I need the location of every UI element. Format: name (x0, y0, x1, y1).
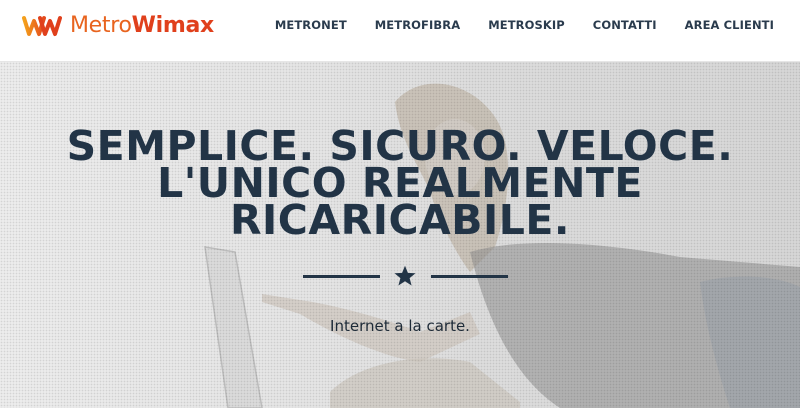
brand-name-part2: Wimax (131, 13, 215, 38)
nav-metronet[interactable]: METRONET (275, 18, 347, 32)
divider-line-left (303, 275, 380, 278)
site-header: MetroWimax METRONET METROFIBRA METROSKIP… (0, 0, 800, 62)
hero-section: SEMPLICE. SICURO. VELOCE. L'UNICO REALME… (0, 62, 800, 408)
nav-metroskip[interactable]: METROSKIP (488, 18, 565, 32)
mw-logo-icon (22, 16, 62, 36)
main-nav: METRONET METROFIBRA METROSKIP CONTATTI A… (275, 16, 774, 34)
hero-tagline: Internet a la carte. (330, 317, 470, 335)
brand-name: MetroWimax (70, 15, 214, 37)
headline-line-3: RICARICABILE. (229, 196, 570, 244)
nav-area-clienti[interactable]: AREA CLIENTI (685, 18, 774, 32)
brand-logo[interactable]: MetroWimax (22, 11, 214, 41)
divider-line-right (431, 275, 508, 278)
nav-metrofibra[interactable]: METROFIBRA (375, 18, 460, 32)
star-icon (394, 265, 416, 286)
brand-name-part1: Metro (70, 13, 132, 38)
nav-contatti[interactable]: CONTATTI (593, 18, 657, 32)
